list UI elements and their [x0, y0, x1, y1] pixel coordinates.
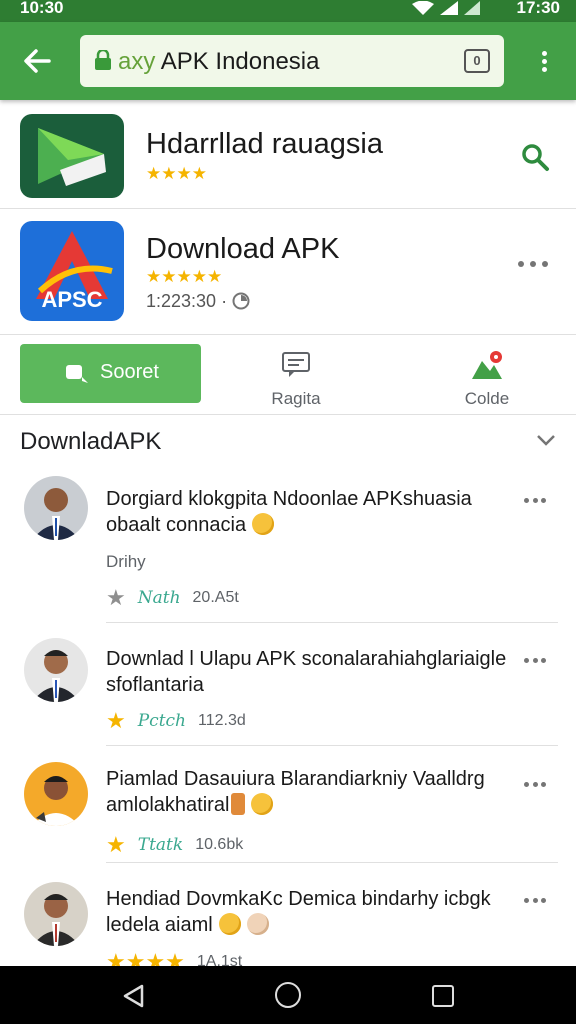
divider — [106, 622, 558, 623]
star-icon: ★★★★ — [106, 949, 185, 967]
star-icon: ★ — [106, 708, 126, 733]
back-arrow-icon[interactable] — [22, 46, 52, 76]
signal-icon — [440, 1, 458, 15]
search-icon[interactable] — [520, 142, 550, 172]
divider — [106, 745, 558, 746]
chevron-down-icon[interactable] — [536, 430, 556, 450]
avatar — [24, 638, 88, 702]
item-text: Dorgiard klokgpita Ndoonlae APKshuasia o… — [106, 486, 516, 538]
battery-icon — [464, 1, 480, 15]
more-options-icon[interactable] — [524, 780, 546, 788]
app-rating-stars: ★★★★★ — [146, 267, 223, 286]
clock-icon — [232, 292, 250, 310]
primary-action-label: Sooret — [100, 361, 159, 383]
nav-home-icon[interactable] — [275, 982, 301, 1008]
tab-switcher-icon[interactable]: 0 — [464, 49, 490, 73]
app-title[interactable]: Download APK — [146, 233, 339, 266]
browser-toolbar: axy APK Indonesia 0 — [0, 22, 576, 100]
action-label: Ragita — [271, 389, 321, 408]
mountain-badge-icon — [472, 351, 502, 379]
app-icon-play — [20, 114, 124, 198]
status-icons — [412, 0, 480, 16]
item-rating: ★ Pctch 112.3d — [106, 709, 246, 733]
action-colde[interactable]: Colde — [432, 351, 542, 408]
app-title[interactable]: Hdarrllad rauagsia — [146, 128, 383, 161]
item-rating: ★ Ttatk 10.6bk — [106, 833, 243, 857]
item-title: Dorgiard klokgpita Ndoonlae APKshuasia o… — [106, 488, 472, 536]
app-icon-label: APSC — [41, 287, 102, 312]
nav-back-icon[interactable] — [122, 984, 144, 1008]
overflow-menu-icon[interactable] — [534, 48, 554, 78]
item-subtitle: Drihy — [106, 552, 146, 571]
app-icon-apsc: APSC — [20, 221, 124, 321]
app-row[interactable]: Hdarrllad rauagsia ★★★★ — [0, 100, 576, 209]
status-time-right: 17:30 — [516, 0, 560, 17]
item-tag: Ttatk — [137, 835, 184, 855]
avatar — [24, 762, 88, 826]
item-tag: Nath — [137, 588, 181, 608]
action-ragita[interactable]: Ragita — [241, 351, 351, 408]
item-count: 1A.1st — [196, 953, 243, 966]
app-meta: 1:223:30 · — [146, 291, 250, 312]
address-bar[interactable]: axy APK Indonesia 0 — [80, 35, 504, 87]
item-text: Hendiad DovmkaKc Demica bindarhy icbgk l… — [106, 886, 516, 938]
item-title: Piamlad Dasauiura Blarandiarkniy Vaalldr… — [106, 768, 485, 816]
wifi-icon — [412, 1, 434, 15]
star-icon: ★ — [106, 832, 126, 857]
list-item[interactable]: Hendiad DovmkaKc Demica bindarhy icbgk l… — [0, 882, 576, 966]
more-options-icon[interactable] — [524, 496, 546, 504]
star-icon: ★ — [106, 585, 126, 610]
item-text: Piamlad Dasauiura Blarandiarkniy Vaalldr… — [106, 766, 516, 818]
status-bar: 10:30 17:30 — [0, 0, 576, 22]
more-options-icon[interactable] — [518, 259, 548, 269]
item-count: 112.3d — [198, 712, 246, 729]
app-meta-text: 1:223:30 · — [146, 291, 228, 311]
item-rating: ★ Nath 20.A5t — [106, 586, 239, 610]
peach-emoji-icon — [246, 913, 269, 935]
item-tag: Pctch — [137, 711, 186, 731]
status-time: 10:30 — [20, 0, 64, 17]
url-text: axy APK Indonesia — [118, 48, 319, 76]
lock-icon — [95, 50, 111, 70]
app-row[interactable]: APSC Download APK ★★★★★ 1:223:30 · — [0, 209, 576, 335]
grin-emoji-icon — [251, 793, 274, 815]
item-count: 20.A5t — [192, 589, 239, 606]
list-item[interactable]: Dorgiard klokgpita Ndoonlae APKshuasia o… — [0, 476, 576, 624]
action-bar: Sooret Ragita Colde — [0, 335, 576, 415]
url-prefix: axy — [118, 48, 156, 75]
grin-emoji-icon — [218, 913, 241, 935]
action-label: Colde — [464, 389, 510, 408]
item-rating: ★★★★ 1A.1st — [106, 949, 243, 967]
item-title: Hendiad DovmkaKc Demica bindarhy icbgk l… — [106, 888, 491, 936]
bag-emoji-icon — [231, 793, 246, 815]
url-title: APK Indonesia — [155, 48, 320, 75]
item-count: 10.6bk — [195, 836, 244, 853]
item-title: Downlad l Ulapu APK sconalarahiahglariai… — [106, 648, 507, 696]
divider — [106, 862, 558, 863]
list-item[interactable]: Piamlad Dasauiura Blarandiarkniy Vaalldr… — [0, 762, 576, 862]
message-icon — [282, 352, 310, 377]
app-rating-stars: ★★★★ — [146, 164, 207, 183]
nav-recents-icon[interactable] — [432, 985, 454, 1007]
list-item[interactable]: Downlad l Ulapu APK sconalarahiahglariai… — [0, 638, 576, 746]
avatar — [24, 476, 88, 540]
grin-emoji-icon — [252, 513, 275, 535]
section-title: DownladAPK — [20, 428, 162, 455]
chat-icon — [66, 365, 88, 383]
system-nav-bar — [0, 966, 576, 1024]
more-options-icon[interactable] — [524, 656, 546, 664]
primary-action-button[interactable]: Sooret — [20, 344, 201, 403]
avatar — [24, 882, 88, 946]
more-options-icon[interactable] — [524, 896, 546, 904]
